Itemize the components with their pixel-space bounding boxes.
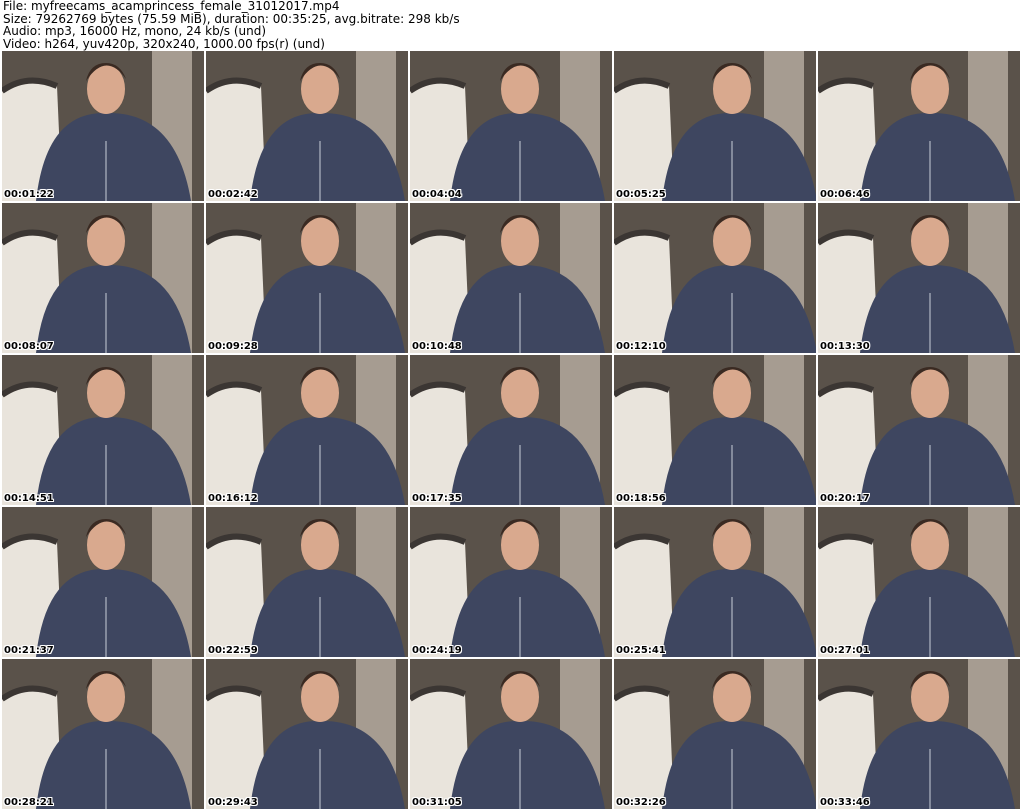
frame-image bbox=[818, 203, 1020, 353]
frame-image bbox=[206, 203, 408, 353]
thumbnail-timestamp: 00:10:48 bbox=[412, 341, 462, 352]
video-thumbnail: 00:01:22 bbox=[2, 51, 204, 201]
frame-image bbox=[2, 203, 204, 353]
video-thumbnail: 00:06:46 bbox=[818, 51, 1020, 201]
thumbnail-timestamp: 00:01:22 bbox=[4, 189, 54, 200]
video-thumbnail: 00:08:07 bbox=[2, 203, 204, 353]
thumbnail-timestamp: 00:33:46 bbox=[820, 797, 870, 808]
thumbnail-timestamp: 00:31:05 bbox=[412, 797, 462, 808]
video-info-line: Video: h264, yuv420p, 320x240, 1000.00 f… bbox=[3, 36, 325, 51]
thumbnail-timestamp: 00:32:26 bbox=[616, 797, 666, 808]
frame-image bbox=[2, 659, 204, 809]
video-thumbnail: 00:17:35 bbox=[410, 355, 612, 505]
video-thumbnail: 00:16:12 bbox=[206, 355, 408, 505]
video-thumbnail: 00:24:19 bbox=[410, 507, 612, 657]
thumbnail-timestamp: 00:21:37 bbox=[4, 645, 54, 656]
video-thumbnail: 00:14:51 bbox=[2, 355, 204, 505]
video-thumbnail: 00:21:37 bbox=[2, 507, 204, 657]
thumbnail-timestamp: 00:04:04 bbox=[412, 189, 462, 200]
thumbnail-grid: 00:01:22 00:02:42 00:04:04 00:05:25 00:06:46… bbox=[2, 51, 1020, 809]
frame-image bbox=[206, 51, 408, 201]
frame-image bbox=[818, 659, 1020, 809]
frame-image bbox=[206, 355, 408, 505]
video-thumbnail: 00:09:28 bbox=[206, 203, 408, 353]
thumbnail-timestamp: 00:13:30 bbox=[820, 341, 870, 352]
thumbnail-timestamp: 00:22:59 bbox=[208, 645, 258, 656]
thumbnail-timestamp: 00:29:43 bbox=[208, 797, 258, 808]
frame-image bbox=[818, 355, 1020, 505]
thumbnail-timestamp: 00:27:01 bbox=[820, 645, 870, 656]
video-thumbnail: 00:32:26 bbox=[614, 659, 816, 809]
video-thumbnail: 00:28:21 bbox=[2, 659, 204, 809]
frame-image bbox=[2, 51, 204, 201]
frame-image bbox=[614, 355, 816, 505]
thumbnail-timestamp: 00:14:51 bbox=[4, 493, 54, 504]
video-thumbnail: 00:33:46 bbox=[818, 659, 1020, 809]
video-thumbnail: 00:31:05 bbox=[410, 659, 612, 809]
file-name-line: File: myfreecams_acamprincess_female_310… bbox=[3, 0, 340, 13]
video-thumbnail: 00:29:43 bbox=[206, 659, 408, 809]
video-thumbnail: 00:25:41 bbox=[614, 507, 816, 657]
thumbnail-timestamp: 00:02:42 bbox=[208, 189, 258, 200]
frame-image bbox=[2, 355, 204, 505]
frame-image bbox=[410, 507, 612, 657]
thumbnail-timestamp: 00:12:10 bbox=[616, 341, 666, 352]
frame-image bbox=[206, 507, 408, 657]
video-thumbnail: 00:22:59 bbox=[206, 507, 408, 657]
video-thumbnail: 00:10:48 bbox=[410, 203, 612, 353]
thumbnail-timestamp: 00:05:25 bbox=[616, 189, 666, 200]
video-thumbnail: 00:04:04 bbox=[410, 51, 612, 201]
thumbnail-timestamp: 00:20:17 bbox=[820, 493, 870, 504]
video-thumbnail: 00:20:17 bbox=[818, 355, 1020, 505]
thumbnail-timestamp: 00:09:28 bbox=[208, 341, 258, 352]
frame-image bbox=[206, 659, 408, 809]
thumbnail-timestamp: 00:25:41 bbox=[616, 645, 666, 656]
frame-image bbox=[410, 659, 612, 809]
frame-image bbox=[818, 51, 1020, 201]
frame-image bbox=[614, 659, 816, 809]
video-thumbnail: 00:18:56 bbox=[614, 355, 816, 505]
thumbnail-timestamp: 00:24:19 bbox=[412, 645, 462, 656]
video-thumbnail: 00:12:10 bbox=[614, 203, 816, 353]
thumbnail-timestamp: 00:17:35 bbox=[412, 493, 462, 504]
thumbnail-timestamp: 00:08:07 bbox=[4, 341, 54, 352]
thumbnail-timestamp: 00:16:12 bbox=[208, 493, 258, 504]
video-thumbnail: 00:13:30 bbox=[818, 203, 1020, 353]
video-thumbnail: 00:05:25 bbox=[614, 51, 816, 201]
file-info-header: File: myfreecams_acamprincess_female_310… bbox=[3, 0, 1021, 50]
frame-image bbox=[410, 203, 612, 353]
frame-image bbox=[410, 51, 612, 201]
frame-image bbox=[614, 203, 816, 353]
frame-image bbox=[614, 51, 816, 201]
thumbnail-timestamp: 00:06:46 bbox=[820, 189, 870, 200]
thumbnail-timestamp: 00:28:21 bbox=[4, 797, 54, 808]
frame-image bbox=[410, 355, 612, 505]
thumbnail-timestamp: 00:18:56 bbox=[616, 493, 666, 504]
video-thumbnail: 00:02:42 bbox=[206, 51, 408, 201]
frame-image bbox=[818, 507, 1020, 657]
video-thumbnail: 00:27:01 bbox=[818, 507, 1020, 657]
frame-image bbox=[2, 507, 204, 657]
frame-image bbox=[614, 507, 816, 657]
audio-info-line: Audio: mp3, 16000 Hz, mono, 24 kb/s (und… bbox=[3, 24, 267, 38]
